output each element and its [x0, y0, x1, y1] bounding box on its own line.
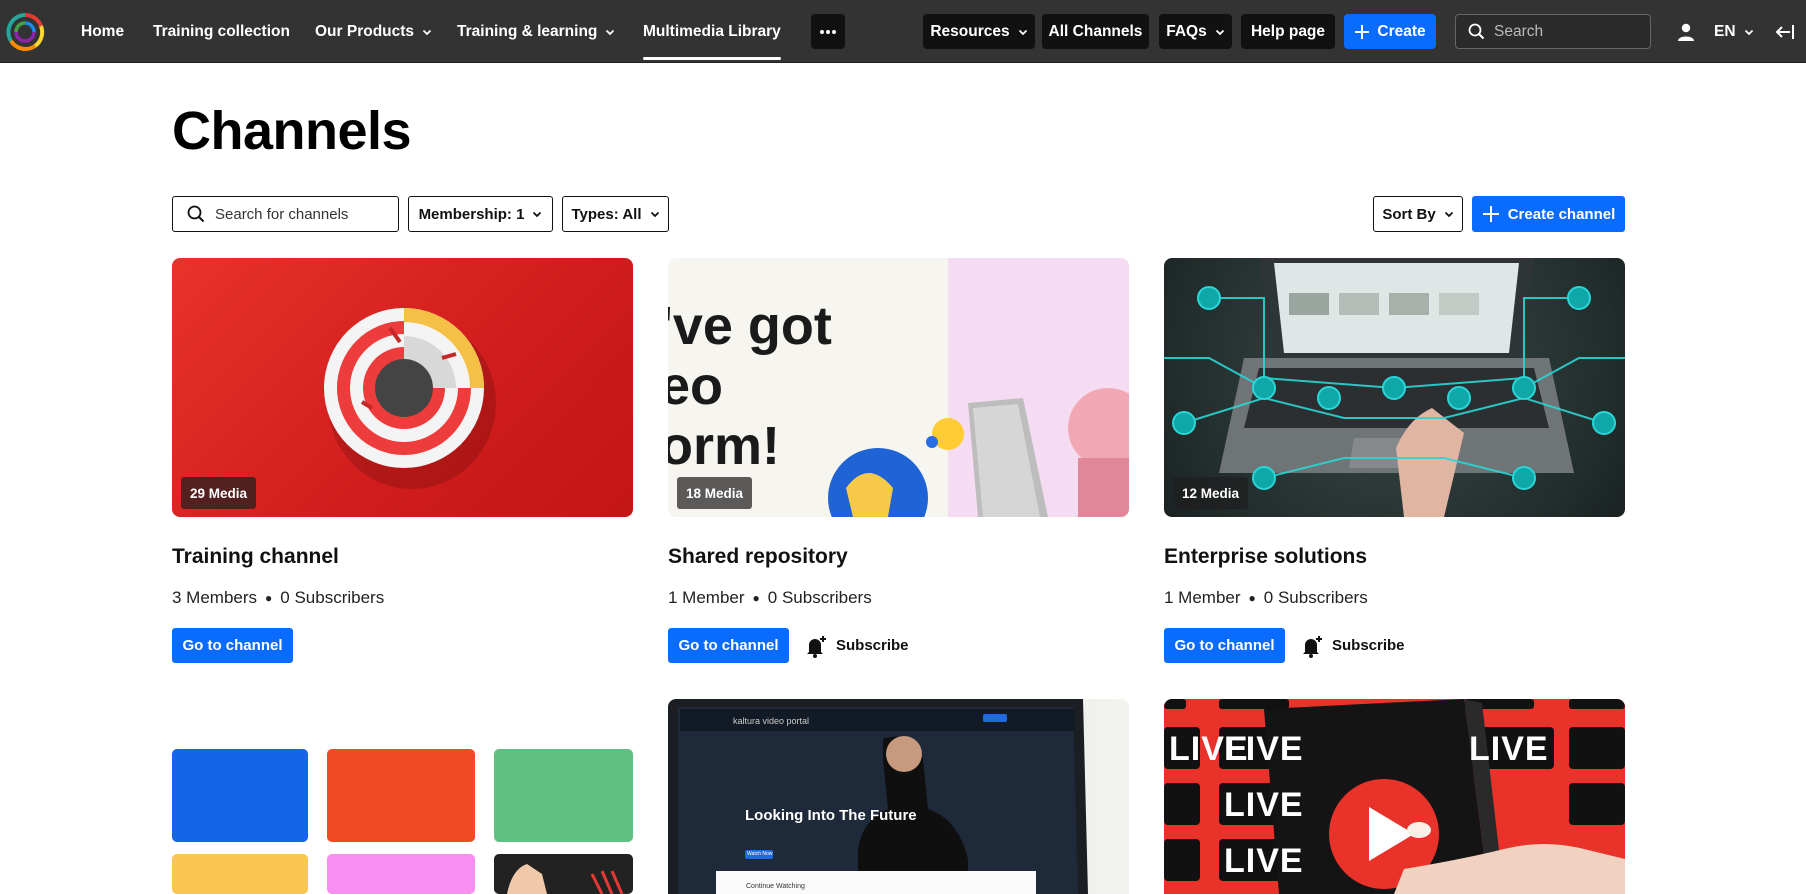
channel-thumbnail[interactable]: kaltura video portal Looking Into The Fu…: [668, 699, 1129, 894]
media-count-badge: 12 Media: [1173, 477, 1249, 509]
all-channels-button[interactable]: All Channels: [1042, 14, 1149, 49]
more-horizontal-icon: [820, 29, 836, 34]
chevron-down-icon: [422, 29, 432, 35]
plus-icon: [1355, 24, 1370, 39]
channel-search-input[interactable]: [215, 205, 385, 223]
channel-title[interactable]: Shared repository: [668, 545, 848, 569]
types-filter[interactable]: Types: All: [562, 196, 669, 232]
search-input[interactable]: [1494, 22, 1644, 41]
channel-thumbnail[interactable]: 've got eo orm! 18 Media: [668, 258, 1129, 517]
nav-our-products[interactable]: Our Products: [315, 0, 432, 63]
channel-title[interactable]: Training channel: [172, 545, 339, 569]
portal-cta: Watch Now: [747, 851, 773, 857]
portal-section-label: Continue Watching: [746, 883, 805, 890]
nav-training-learning[interactable]: Training & learning: [457, 0, 615, 63]
go-to-channel-button[interactable]: Go to channel: [668, 628, 789, 663]
live-text: LIVE: [1469, 730, 1549, 768]
chevron-down-icon: [1744, 29, 1753, 35]
channel-thumbnail[interactable]: LIVE LIVE LIVE LIVE LIVE: [1164, 699, 1625, 894]
channel-stats: 1 Member ● 0 Subscribers: [1164, 588, 1368, 607]
live-text: LIVE: [1224, 730, 1304, 768]
collapse-sidebar-icon[interactable]: [1774, 21, 1796, 43]
search-icon: [187, 205, 205, 223]
nav-home[interactable]: Home: [81, 0, 124, 63]
go-to-channel-button[interactable]: Go to channel: [1164, 628, 1285, 663]
plus-icon: [1482, 206, 1499, 222]
language-selector[interactable]: EN: [1714, 0, 1754, 63]
channel-thumbnail[interactable]: 12 Media: [1164, 258, 1625, 517]
chevron-down-icon: [1215, 29, 1224, 35]
bell-plus-icon: [807, 635, 826, 658]
media-count-badge: 18 Media: [677, 477, 753, 509]
subscribe-button[interactable]: Subscribe: [804, 628, 909, 663]
channel-title[interactable]: Enterprise solutions: [1164, 545, 1367, 569]
channel-thumbnail[interactable]: [172, 699, 633, 894]
help-page-button[interactable]: Help page: [1241, 14, 1335, 49]
global-search[interactable]: [1455, 14, 1651, 49]
search-icon: [1468, 23, 1485, 40]
brand-logo-icon[interactable]: [5, 12, 45, 52]
resources-button[interactable]: Resources: [923, 14, 1035, 49]
chevron-down-icon: [650, 211, 659, 218]
chevron-down-icon: [533, 211, 542, 218]
nav-multimedia-library[interactable]: Multimedia Library: [643, 0, 781, 63]
live-text: LIVE: [1224, 842, 1304, 880]
channel-stats: 3 Members ● 0 Subscribers: [172, 588, 385, 607]
portal-headline: Looking Into The Future: [745, 807, 917, 824]
bell-plus-icon: [1303, 635, 1322, 658]
faqs-button[interactable]: FAQs: [1159, 14, 1232, 49]
media-count-badge: 29 Media: [181, 477, 257, 509]
laptop-graphic: [668, 699, 1088, 894]
channel-thumbnail[interactable]: 29 Media: [172, 258, 633, 517]
chevron-down-icon: [606, 29, 615, 35]
top-navigation-bar: Home Training collection Our Products Tr…: [0, 0, 1806, 63]
go-to-channel-button[interactable]: Go to channel: [172, 628, 293, 663]
channel-stats: 1 Member ● 0 Subscribers: [668, 588, 872, 607]
membership-filter[interactable]: Membership: 1: [408, 196, 553, 232]
channel-search[interactable]: [172, 196, 399, 232]
sort-by-dropdown[interactable]: Sort By: [1373, 196, 1463, 232]
page-title: Channels: [172, 101, 412, 161]
live-text: LIVE: [1224, 786, 1304, 824]
color-tiles-graphic: [172, 749, 633, 894]
thumbnail-text: 've got eo orm!: [668, 296, 832, 476]
subscribe-button[interactable]: Subscribe: [1300, 628, 1405, 663]
nav-training-collection[interactable]: Training collection: [153, 0, 290, 63]
user-icon[interactable]: [1676, 22, 1696, 42]
more-menu-button[interactable]: [811, 14, 845, 49]
chevron-down-icon: [1018, 29, 1027, 35]
chevron-down-icon: [1444, 211, 1453, 218]
create-channel-button[interactable]: Create channel: [1472, 196, 1625, 232]
portal-brand-text: kaltura video portal: [733, 716, 810, 726]
create-button[interactable]: Create: [1344, 14, 1436, 49]
